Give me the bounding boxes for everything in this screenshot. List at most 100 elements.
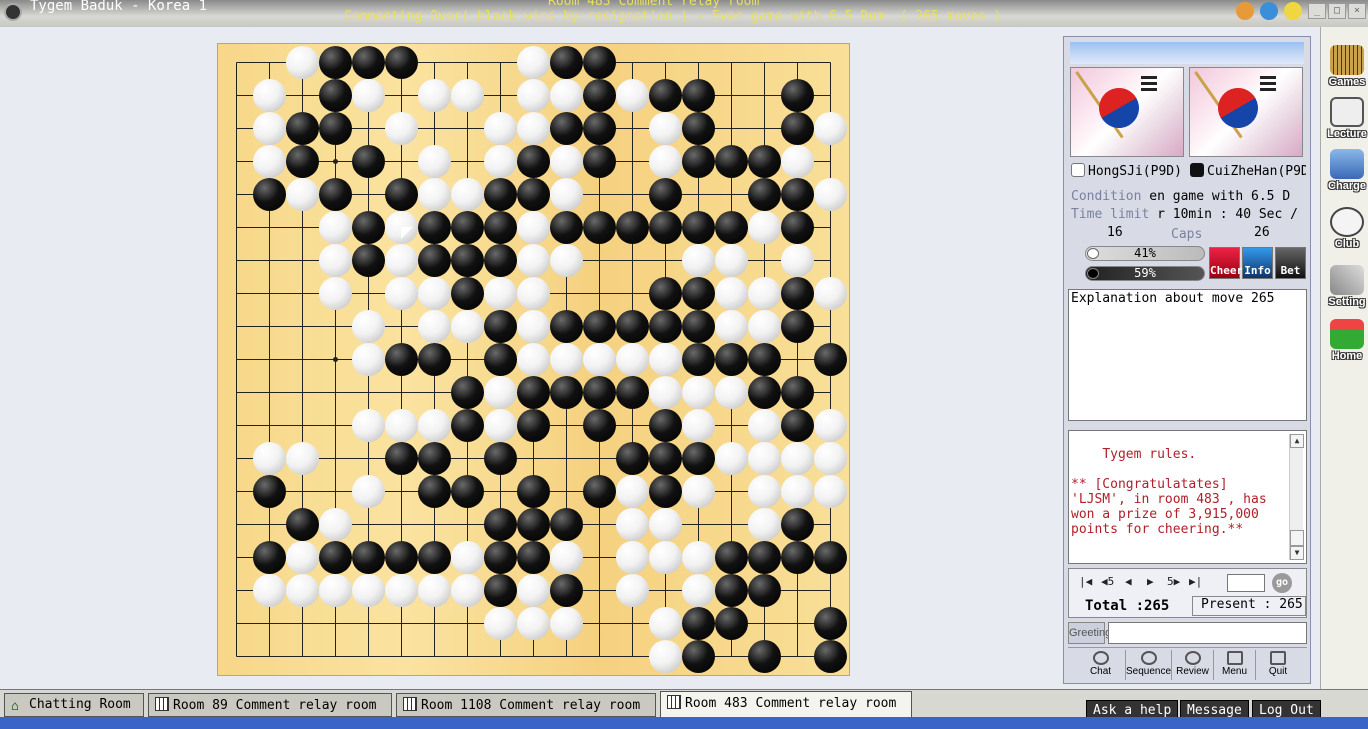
white-stone	[517, 211, 550, 244]
maximize-button[interactable]: □	[1328, 3, 1346, 19]
white-stone	[781, 442, 814, 475]
lightbulb-icon[interactable]	[1284, 2, 1302, 20]
side-games-button[interactable]: Games	[1325, 45, 1368, 93]
scroll-down-icon[interactable]: ▼	[1290, 546, 1304, 560]
side-menu: Games Lecture Charge Club Setting Home	[1320, 27, 1368, 692]
white-stone	[682, 376, 715, 409]
side-charge-button[interactable]: Charge	[1325, 149, 1368, 197]
back-5-button[interactable]: ◀5	[1101, 575, 1114, 588]
black-stone	[451, 376, 484, 409]
search-icon[interactable]	[1260, 2, 1278, 20]
tab-room-1108[interactable]: Room 1108 Comment relay room	[396, 693, 656, 717]
menu-button[interactable]: Menu	[1214, 650, 1256, 680]
black-stone	[484, 178, 517, 211]
white-stone	[418, 145, 451, 178]
quit-button[interactable]: Quit	[1256, 650, 1300, 680]
black-stone	[814, 343, 847, 376]
black-stone	[517, 409, 550, 442]
white-stone	[616, 574, 649, 607]
cheer-button[interactable]: Cheer	[1209, 247, 1243, 279]
black-stone	[385, 343, 418, 376]
white-stone	[616, 508, 649, 541]
bet-button[interactable]: Bet	[1275, 247, 1306, 279]
forward-button[interactable]: ▶	[1147, 575, 1154, 588]
room-tabs: ⌂ Chatting Room Room 89 Comment relay roo…	[0, 689, 1368, 722]
side-lecture-button[interactable]: Lecture	[1325, 97, 1368, 145]
side-club-button[interactable]: Club	[1325, 207, 1368, 255]
go-board[interactable]	[217, 43, 850, 676]
back-button[interactable]: ◀	[1125, 575, 1132, 588]
white-stone	[286, 541, 319, 574]
minimize-button[interactable]: _	[1308, 3, 1326, 19]
paint-icon[interactable]	[1236, 2, 1254, 20]
black-stone	[385, 178, 418, 211]
greeting-input[interactable]	[1108, 622, 1307, 644]
white-stone	[550, 343, 583, 376]
greeting-button[interactable]: Greeting	[1068, 622, 1111, 644]
black-stone	[319, 112, 352, 145]
black-stone	[253, 541, 286, 574]
white-stone	[385, 574, 418, 607]
info-button[interactable]: Info	[1242, 247, 1273, 279]
white-player-name[interactable]: HongSJi(P9D)	[1071, 163, 1185, 181]
black-stone	[583, 145, 616, 178]
white-stone	[550, 541, 583, 574]
review-button[interactable]: Review	[1172, 650, 1214, 680]
white-stone	[649, 541, 682, 574]
white-stone	[484, 607, 517, 640]
black-stone	[550, 310, 583, 343]
app-logo-icon	[4, 3, 22, 21]
last-move-marker	[400, 226, 413, 239]
white-stone	[385, 244, 418, 277]
white-stone	[517, 46, 550, 79]
black-stone	[781, 508, 814, 541]
black-stone	[715, 211, 748, 244]
black-stone	[484, 211, 517, 244]
black-stone	[781, 541, 814, 574]
black-stone	[649, 79, 682, 112]
sequence-icon	[1140, 651, 1157, 665]
black-stone	[748, 178, 781, 211]
white-stone	[517, 607, 550, 640]
tab-room-483[interactable]: Room 483 Comment relay room	[660, 691, 912, 718]
black-stone	[814, 607, 847, 640]
total-moves: Total :265	[1085, 598, 1170, 614]
sequence-button[interactable]: Sequence	[1126, 650, 1172, 680]
black-stone	[583, 79, 616, 112]
first-move-button[interactable]: |◀	[1079, 575, 1092, 588]
side-home-button[interactable]: Home	[1325, 319, 1368, 367]
tab-chatting-room[interactable]: ⌂ Chatting Room	[4, 693, 144, 717]
black-stone	[781, 211, 814, 244]
white-stone	[616, 475, 649, 508]
black-stone	[352, 145, 385, 178]
black-stone	[715, 541, 748, 574]
black-captures: 26	[1254, 225, 1270, 240]
white-stone	[253, 79, 286, 112]
white-stone	[814, 475, 847, 508]
white-stone	[253, 442, 286, 475]
board-icon	[155, 697, 169, 711]
chat-scrollbar[interactable]: ▲ ▼	[1289, 434, 1304, 560]
go-button[interactable]: go	[1272, 573, 1292, 593]
chat-button[interactable]: Chat	[1076, 650, 1126, 680]
room-title: Room 483 Comment relay room	[548, 0, 760, 9]
black-stone-icon	[1190, 163, 1204, 177]
close-button[interactable]: ×	[1348, 3, 1366, 19]
white-stone	[418, 574, 451, 607]
black-stone	[550, 574, 583, 607]
chat-log[interactable]: Tygem rules. ** [Congratulatates] 'LJSM'…	[1068, 430, 1307, 564]
move-number-input[interactable]	[1227, 574, 1265, 592]
scroll-thumb[interactable]	[1290, 530, 1304, 546]
black-stone	[385, 541, 418, 574]
panel-header	[1070, 42, 1304, 64]
black-player-name[interactable]: CuiZheHan(P9D)	[1190, 163, 1306, 181]
black-stone	[484, 310, 517, 343]
black-stone	[682, 343, 715, 376]
side-setting-button[interactable]: Setting	[1325, 265, 1368, 313]
tab-room-89[interactable]: Room 89 Comment relay room	[148, 693, 392, 717]
scroll-up-icon[interactable]: ▲	[1290, 434, 1304, 448]
home-icon: ⌂	[11, 699, 19, 714]
move-explanation-box[interactable]: Explanation about move 265	[1068, 289, 1307, 421]
forward-5-button[interactable]: 5▶	[1167, 575, 1180, 588]
last-move-button[interactable]: ▶|	[1189, 575, 1202, 588]
